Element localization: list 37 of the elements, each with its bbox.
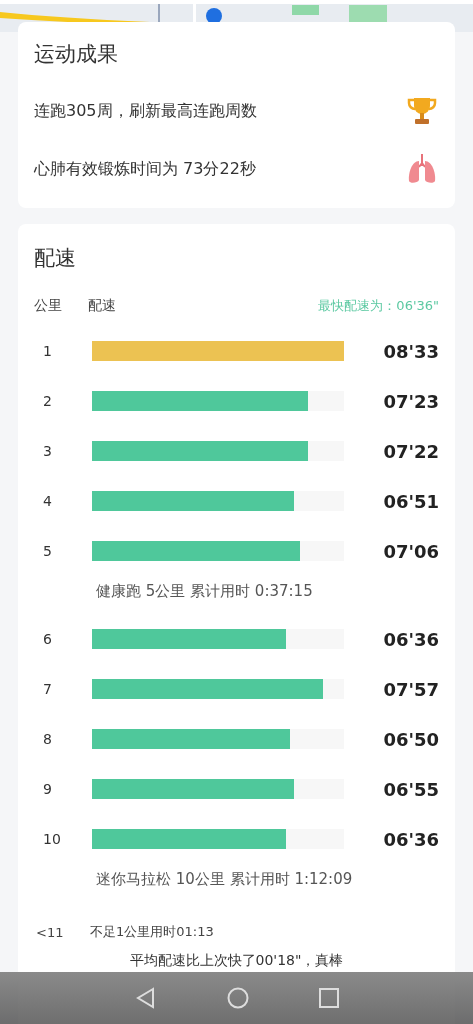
comparison-text: 平均配速比上次快了00'18"，真棒	[129, 952, 344, 968]
pace-time: 07'22	[382, 440, 439, 462]
recents-icon[interactable]	[318, 988, 339, 1008]
pace-time: 06'51	[382, 490, 439, 512]
km-number: 6	[42, 631, 53, 647]
home-icon[interactable]	[226, 987, 249, 1009]
km-number: 7	[42, 681, 53, 697]
pace-time: 07'57	[382, 678, 439, 700]
section-title: 运动成果	[34, 41, 119, 68]
column-header: 配速	[88, 297, 116, 313]
km-number: 8	[42, 731, 53, 747]
pace-time: 07'23	[382, 390, 439, 412]
km-number: 4	[42, 493, 53, 509]
pace-time: 06'55	[382, 778, 439, 800]
column-header: 公里	[34, 297, 63, 315]
remainder-text: 不足1公里用时01:13	[90, 923, 214, 941]
km-number: <11	[35, 924, 65, 940]
fastest-pace-text: 最快配速为：06'36"	[318, 297, 439, 315]
pace-time: 06'50	[382, 728, 439, 750]
cumulative-summary: 健康跑 5公里 累计用时 0:37:15	[96, 582, 313, 600]
pace-time: 06'36	[382, 628, 439, 650]
pace-time: 06'36	[382, 828, 439, 850]
km-number: 2	[42, 393, 53, 409]
cumulative-summary: 迷你马拉松 10公里 累计用时 1:12:09	[96, 870, 353, 888]
km-number: 5	[42, 543, 53, 559]
achievement-text: 连跑305周，刷新最高连跑周数	[34, 100, 257, 122]
km-number: 9	[42, 781, 53, 797]
back-icon[interactable]	[134, 987, 157, 1009]
pace-time: 08'33	[382, 340, 439, 362]
km-number: 10	[42, 831, 62, 847]
km-number: 1	[42, 343, 53, 359]
pace-time: 07'06	[382, 540, 439, 562]
lungs-icon	[407, 153, 437, 185]
km-number: 3	[42, 443, 53, 459]
section-title: 配速	[34, 245, 77, 272]
achievement-text: 心肺有效锻炼时间为 73分22秒	[34, 158, 256, 180]
trophy-icon	[407, 95, 437, 127]
